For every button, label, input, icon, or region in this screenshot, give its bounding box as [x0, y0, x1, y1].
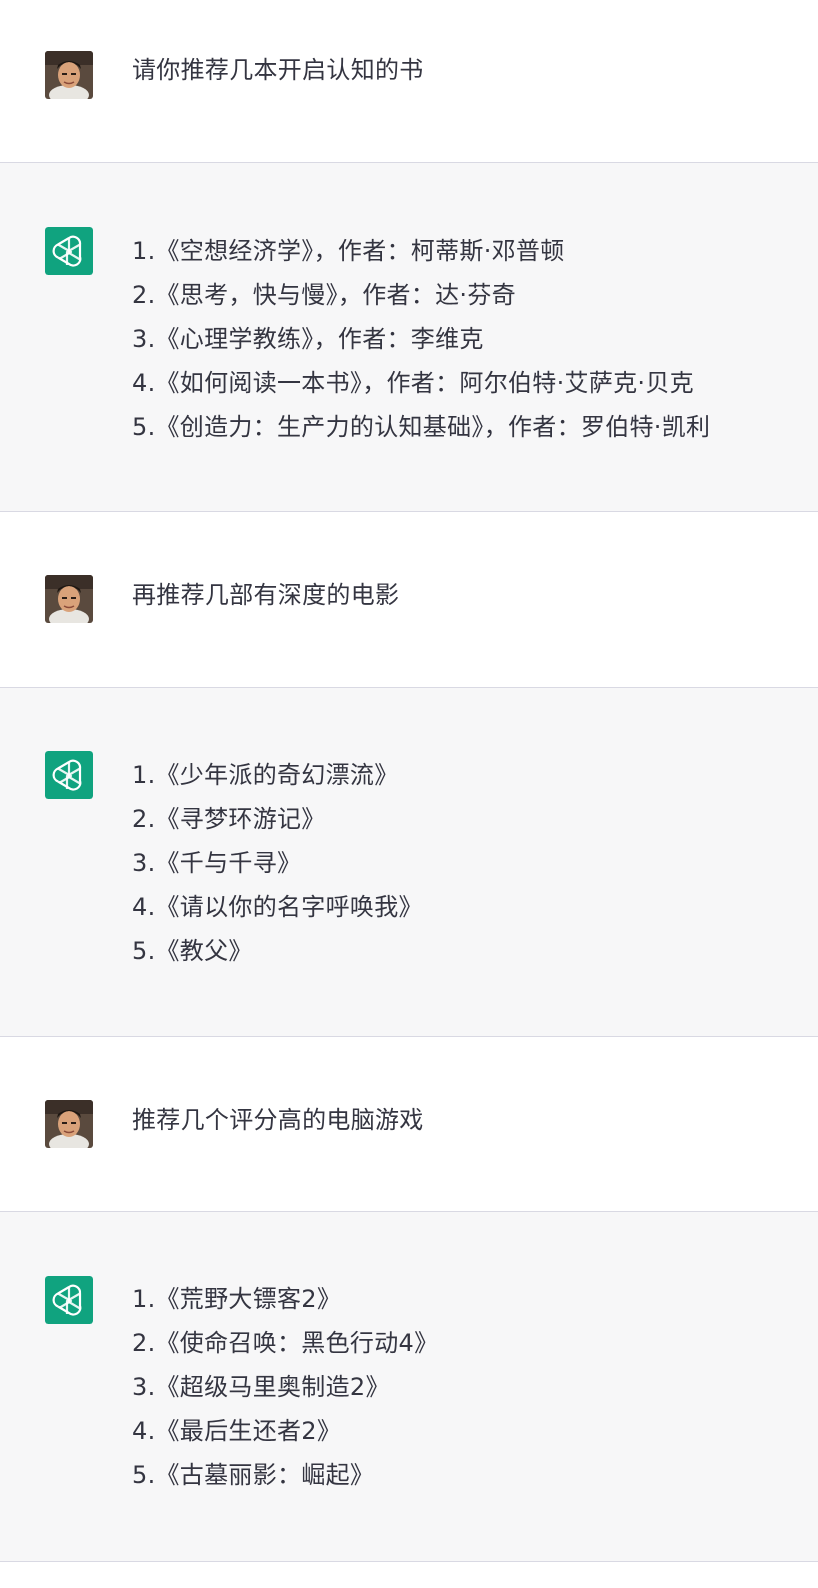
list-item: 2.《思考，快与慢》，作者：达·芬奇 [132, 281, 516, 309]
openai-logo-icon [45, 227, 93, 275]
user-photo-avatar [45, 51, 93, 99]
assistant-message-content: 1.《空想经济学》，作者：柯蒂斯·邓普顿 2.《思考，快与慢》，作者：达·芬奇 … [132, 229, 778, 449]
user-message: 推荐几个评分高的电脑游戏 [0, 1037, 818, 1212]
book-list: 1.《空想经济学》，作者：柯蒂斯·邓普顿 2.《思考，快与慢》，作者：达·芬奇 … [132, 229, 778, 449]
list-item: 4.《请以你的名字呼唤我》 [132, 893, 423, 921]
list-item: 3.《心理学教练》，作者：李维克 [132, 325, 484, 353]
assistant-message-content: 1.《少年派的奇幻漂流》 2.《寻梦环游记》 3.《千与千寻》 4.《请以你的名… [132, 753, 778, 973]
movie-list: 1.《少年派的奇幻漂流》 2.《寻梦环游记》 3.《千与千寻》 4.《请以你的名… [132, 753, 778, 973]
list-item: 5.《古墓丽影：崛起》 [132, 1461, 375, 1489]
user-photo-avatar [45, 575, 93, 623]
list-item: 3.《千与千寻》 [132, 849, 302, 877]
openai-logo-icon [45, 1276, 93, 1324]
assistant-message: 1.《少年派的奇幻漂流》 2.《寻梦环游记》 3.《千与千寻》 4.《请以你的名… [0, 688, 818, 1037]
user-message-text: 再推荐几部有深度的电影 [132, 581, 400, 609]
user-message-text: 请你推荐几本开启认知的书 [132, 56, 424, 84]
game-list: 1.《荒野大镖客2》 2.《使命召唤：黑色行动4》 3.《超级马里奥制造2》 4… [132, 1277, 778, 1497]
list-item: 1.《空想经济学》，作者：柯蒂斯·邓普顿 [132, 237, 565, 265]
user-photo-avatar [45, 1100, 93, 1148]
chat-thread: 请你推荐几本开启认知的书 1.《空想经济学》，作者：柯蒂斯·邓普顿 2.《思考，… [0, 0, 818, 1562]
list-item: 1.《荒野大镖客2》 [132, 1285, 342, 1313]
list-item: 5.《创造力：生产力的认知基础》，作者：罗伯特·凯利 [132, 413, 711, 441]
list-item: 3.《超级马里奥制造2》 [132, 1373, 390, 1401]
list-item: 1.《少年派的奇幻漂流》 [132, 761, 399, 789]
list-item: 2.《使命召唤：黑色行动4》 [132, 1329, 439, 1357]
user-message: 再推荐几部有深度的电影 [0, 512, 818, 688]
list-item: 2.《寻梦环游记》 [132, 805, 326, 833]
user-message-text: 推荐几个评分高的电脑游戏 [132, 1106, 424, 1134]
assistant-message: 1.《荒野大镖客2》 2.《使命召唤：黑色行动4》 3.《超级马里奥制造2》 4… [0, 1212, 818, 1562]
assistant-message-content: 1.《荒野大镖客2》 2.《使命召唤：黑色行动4》 3.《超级马里奥制造2》 4… [132, 1277, 778, 1497]
list-item: 5.《教父》 [132, 937, 253, 965]
openai-logo-icon [45, 751, 93, 799]
list-item: 4.《最后生还者2》 [132, 1417, 342, 1445]
list-item: 4.《如何阅读一本书》，作者：阿尔伯特·艾萨克·贝克 [132, 369, 694, 397]
user-message: 请你推荐几本开启认知的书 [0, 0, 818, 163]
assistant-message: 1.《空想经济学》，作者：柯蒂斯·邓普顿 2.《思考，快与慢》，作者：达·芬奇 … [0, 163, 818, 512]
